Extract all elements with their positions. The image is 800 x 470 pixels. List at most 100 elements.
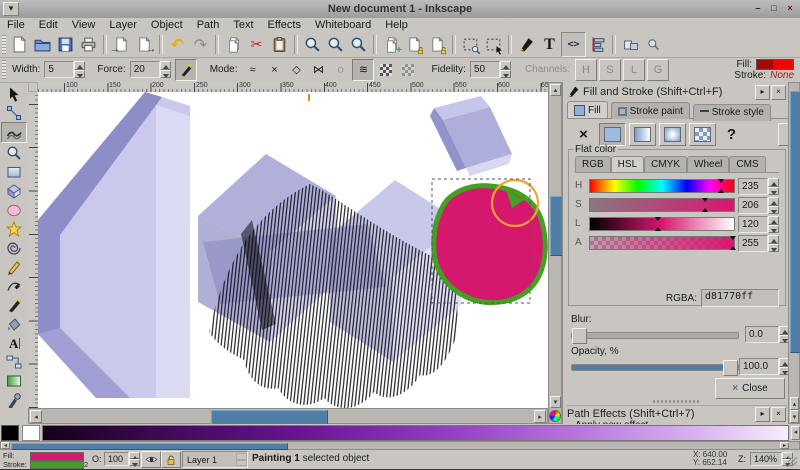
palette-swatch-black[interactable]	[1, 425, 19, 441]
save-document-icon[interactable]	[54, 33, 77, 56]
menu-object[interactable]: Object	[144, 18, 190, 32]
tool-node-editor[interactable]	[2, 103, 26, 122]
hue-spinbox[interactable]: 235	[738, 178, 779, 195]
tool-connector[interactable]	[2, 352, 26, 371]
icon-preview-icon[interactable]	[642, 33, 665, 56]
scroll-up-icon[interactable]: ▴	[550, 84, 561, 96]
alpha-spinbox[interactable]: 255	[738, 235, 779, 252]
palette-sb-left-icon[interactable]: ◂	[1, 442, 10, 449]
palette-gradient-strip[interactable]	[42, 425, 789, 441]
layer-selector[interactable]: Layer 1	[182, 451, 248, 468]
hue-slider[interactable]	[589, 179, 735, 193]
tool-tweak[interactable]	[1, 122, 27, 143]
zoom-drawing-icon[interactable]	[324, 33, 347, 56]
dock-close-icon[interactable]: ×	[771, 85, 786, 100]
mode-roughen-icon[interactable]: ⋈	[308, 60, 328, 80]
layer-lock-icon[interactable]	[161, 451, 181, 468]
tab-cms[interactable]: CMS	[729, 156, 765, 172]
mode-color-jitter-icon[interactable]	[398, 60, 418, 80]
paint-radial-gradient-button[interactable]	[659, 123, 686, 146]
new-document-icon[interactable]	[8, 33, 31, 56]
scroll-down-icon[interactable]: ▾	[550, 396, 561, 408]
hscroll-thumb[interactable]	[211, 410, 328, 425]
zoom-selection-icon[interactable]	[301, 33, 324, 56]
tab-rgb[interactable]: RGB	[575, 156, 611, 172]
saturation-spinbox[interactable]: 206	[738, 197, 779, 214]
selected-object-blob[interactable]	[434, 186, 546, 303]
paint-flat-button[interactable]	[599, 123, 626, 146]
redo-icon[interactable]: ↷	[189, 33, 212, 56]
tab-stroke-style[interactable]: Stroke style	[693, 104, 771, 121]
mode-paint-icon[interactable]: ≋	[352, 59, 374, 81]
open-document-icon[interactable]	[31, 33, 54, 56]
status-fill-swatch[interactable]	[30, 452, 84, 461]
blur-slider[interactable]	[571, 332, 739, 339]
tab-stroke-paint[interactable]: Stroke paint	[611, 102, 690, 119]
paint-pattern-button[interactable]	[689, 123, 716, 146]
menu-file[interactable]: File	[0, 18, 32, 32]
undo-icon[interactable]: ↶	[166, 33, 189, 56]
alpha-slider[interactable]	[589, 236, 735, 250]
horizontal-ruler[interactable]: 100150 200250 300350 400450 500550 60065…	[38, 82, 548, 92]
color-managed-view-icon[interactable]	[548, 408, 562, 424]
unlink-clone-icon[interactable]	[426, 33, 449, 56]
box3d-large[interactable]	[38, 92, 190, 398]
menu-whiteboard[interactable]: Whiteboard	[308, 18, 378, 32]
menu-layer[interactable]: Layer	[102, 18, 144, 32]
channel-h-button[interactable]: H	[575, 59, 597, 81]
stroke-none-value[interactable]: None	[770, 70, 794, 81]
tool-pencil[interactable]	[2, 257, 26, 276]
close-dialog-button[interactable]: × Close	[715, 378, 785, 399]
channel-l-button[interactable]: L	[623, 59, 645, 81]
menu-help[interactable]: Help	[378, 18, 415, 32]
scroll-right-icon[interactable]: ▸	[534, 410, 546, 423]
canvas[interactable]	[38, 92, 548, 408]
tool-gradient[interactable]	[2, 371, 26, 390]
box3d-small[interactable]	[430, 96, 512, 176]
duplicate-icon[interactable]: +	[380, 33, 403, 56]
zoom-page-icon[interactable]	[347, 33, 370, 56]
mode-color-paint-icon[interactable]	[376, 60, 396, 80]
opacity-slider[interactable]	[571, 364, 739, 371]
print-icon[interactable]	[77, 33, 100, 56]
tab-hsl[interactable]: HSL	[611, 156, 644, 172]
fill-stroke-header[interactable]: Fill and Stroke (Shift+Ctrl+F)	[567, 85, 787, 98]
status-stroke-swatch[interactable]	[30, 461, 84, 469]
force-spinbox[interactable]: 20	[130, 61, 171, 78]
dock-resize-handle[interactable]	[653, 400, 699, 403]
menu-effects[interactable]: Effects	[261, 18, 308, 32]
tool-rectangle[interactable]	[2, 162, 26, 181]
swatches-dialog-icon[interactable]	[619, 33, 642, 56]
channel-g-button[interactable]: G	[647, 59, 669, 81]
opacity-spinbox[interactable]: 100.0	[739, 358, 790, 375]
title-bar[interactable]: ▾ New document 1 - Inkscape – □ ×	[0, 0, 800, 18]
canvas-hscrollbar[interactable]: ◂ ▸	[28, 408, 548, 424]
saturation-slider[interactable]	[589, 198, 735, 212]
channel-s-button[interactable]: S	[599, 59, 621, 81]
palette-scrollbar[interactable]: ◂ ▸	[0, 441, 800, 450]
xml-editor-icon[interactable]: <>	[561, 32, 586, 57]
select-original-icon[interactable]	[482, 33, 505, 56]
mode-jitter-icon[interactable]: ◌	[330, 60, 350, 80]
tool-3dbox[interactable]	[2, 181, 26, 200]
pe-close-icon[interactable]: ×	[771, 407, 786, 422]
tool-calligraphy[interactable]	[2, 295, 26, 314]
palette-sb-right-icon[interactable]: ▸	[780, 442, 789, 449]
tool-star[interactable]	[2, 219, 26, 238]
pe-float-icon[interactable]: ▸	[755, 407, 770, 422]
cut-icon[interactable]: ✂	[245, 33, 268, 56]
scroll-left-icon[interactable]: ◂	[30, 410, 42, 423]
fill-color-swatch[interactable]	[756, 59, 794, 70]
tool-zoom[interactable]	[2, 143, 26, 162]
tab-cmyk[interactable]: CMYK	[644, 156, 687, 172]
dock-float-icon[interactable]: ▸	[755, 85, 770, 100]
import-icon[interactable]: →	[110, 33, 133, 56]
dock-scrollbar[interactable]: ▴ ▾	[788, 82, 800, 424]
dock-scroll-up-icon[interactable]: ▴	[790, 397, 799, 410]
tab-fill[interactable]: Fill	[567, 101, 608, 118]
lightness-spinbox[interactable]: 120	[738, 216, 779, 233]
toolbar-grip[interactable]	[2, 35, 6, 54]
paint-none-button[interactable]: ×	[571, 124, 596, 145]
align-dialog-icon[interactable]	[586, 33, 609, 56]
create-clone-icon[interactable]	[403, 33, 426, 56]
